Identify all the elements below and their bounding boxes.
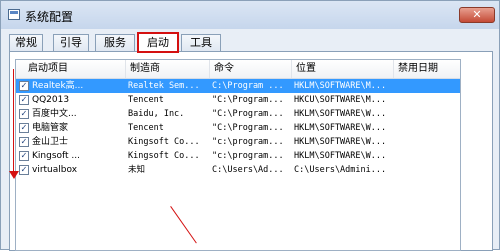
close-button[interactable]: ✕ [459, 7, 495, 23]
row-cell-item: Realtek高... [32, 81, 84, 91]
tab-tools[interactable]: 工具 [181, 34, 221, 52]
row-cell-date [396, 135, 458, 149]
startup-item-checkbox[interactable]: ✓ [19, 123, 29, 133]
row-cell-item: Kingsoft ... [32, 151, 80, 161]
row-cell-maker: Tencent [128, 95, 164, 105]
row-cell-item: 电脑管家 [32, 123, 69, 133]
startup-list[interactable]: 启动项目 制造商 命令 位置 禁用日期 ✓ Realtek高... Realtek … [15, 59, 461, 251]
row-cell-location: HKCU\SOFTWARE\M... [294, 95, 387, 105]
tab-general[interactable]: 常规 [9, 34, 43, 52]
row-cell-maker: 未知 [128, 165, 146, 175]
row-cell-command: "c:\program... [212, 137, 284, 147]
startup-item-checkbox[interactable]: ✓ [19, 95, 29, 105]
table-row[interactable]: ✓ 电脑管家 Tencent "C:\Program... HKLM\SOFTWARE\… [16, 121, 460, 135]
startup-item-checkbox[interactable]: ✓ [19, 109, 29, 119]
column-header-disabled-date[interactable]: 禁用日期 [394, 60, 460, 78]
tab-services[interactable]: 服务 [95, 34, 135, 52]
row-cell-location: C:\Users\Admini... [294, 165, 387, 175]
row-cell-location: HKLM\SOFTWARE\W... [294, 137, 387, 147]
row-cell-command: "C:\Program... [212, 109, 284, 119]
row-cell-location: HKLM\SOFTWARE\W... [294, 123, 387, 133]
startup-item-checkbox[interactable]: ✓ [19, 137, 29, 147]
app-window-icon [8, 9, 20, 20]
row-cell-item: QQ2013 [32, 95, 70, 105]
row-cell-maker: Kingsoft Co... [128, 151, 200, 161]
table-row[interactable]: ✓ 金山卫士 Kingsoft Co... "c:\program... HKLM\SO… [16, 135, 460, 149]
row-cell-maker: Realtek Sem... [128, 81, 200, 91]
row-cell-command: "c:\program... [212, 151, 284, 161]
row-cell-maker: Baidu, Inc. [128, 109, 185, 119]
row-cell-date [396, 93, 458, 107]
startup-item-checkbox[interactable]: ✓ [19, 151, 29, 161]
table-row[interactable]: ✓ QQ2013 Tencent "C:\Program... HKCU\SOFTWAR… [16, 93, 460, 107]
column-header-location[interactable]: 位置 [292, 60, 394, 78]
list-header: 启动项目 制造商 命令 位置 禁用日期 [16, 60, 460, 79]
row-cell-location: HKLM\SOFTWARE\M... [294, 81, 387, 91]
table-row[interactable]: ✓ Realtek高... Realtek Sem... C:\Program ...… [16, 79, 460, 93]
window-title: 系统配置 [25, 10, 74, 24]
annotation-arrow-icon [9, 171, 19, 179]
row-cell-location: HKLM\SOFTWARE\W... [294, 109, 387, 119]
row-cell-maker: Tencent [128, 123, 164, 133]
row-cell-date [396, 121, 458, 135]
column-header-item[interactable]: 启动项目 [16, 60, 126, 78]
row-cell-date [396, 163, 458, 177]
table-row[interactable]: ✓ virtualbox 未知 C:\Users\Ad... C:\Users\Admi… [16, 163, 460, 177]
row-cell-date [396, 79, 458, 93]
row-cell-item: 金山卫士 [32, 137, 69, 147]
annotation-line [13, 69, 14, 173]
row-cell-command: "C:\Program... [212, 95, 284, 105]
startup-item-checkbox[interactable]: ✓ [19, 81, 29, 91]
startup-item-checkbox[interactable]: ✓ [19, 165, 29, 175]
row-cell-item: virtualbox [32, 165, 78, 175]
row-cell-maker: Kingsoft Co... [128, 137, 200, 147]
row-cell-item: 百度中文... [32, 109, 77, 119]
column-header-maker[interactable]: 制造商 [126, 60, 210, 78]
system-config-window: 系统配置 ✕ 常规 引导 服务 启动 工具 启动项目 制造商 命令 位置 禁用日… [0, 0, 500, 251]
row-cell-command: C:\Users\Ad... [212, 165, 284, 175]
row-cell-location: HKLM\SOFTWARE\W... [294, 151, 387, 161]
tab-boot[interactable]: 引导 [53, 34, 89, 52]
table-row[interactable]: ✓ 百度中文... Baidu, Inc. "C:\Program... HKLM\SO… [16, 107, 460, 121]
row-cell-date [396, 107, 458, 121]
row-cell-command: C:\Program ... [212, 81, 284, 91]
table-row[interactable]: ✓ Kingsoft ... Kingsoft Co... "c:\program..… [16, 149, 460, 163]
column-header-command[interactable]: 命令 [210, 60, 292, 78]
tab-startup[interactable]: 启动 [137, 32, 179, 53]
row-cell-date [396, 149, 458, 163]
row-cell-command: "C:\Program... [212, 123, 284, 133]
title-bar[interactable]: 系统配置 ✕ [1, 1, 499, 29]
